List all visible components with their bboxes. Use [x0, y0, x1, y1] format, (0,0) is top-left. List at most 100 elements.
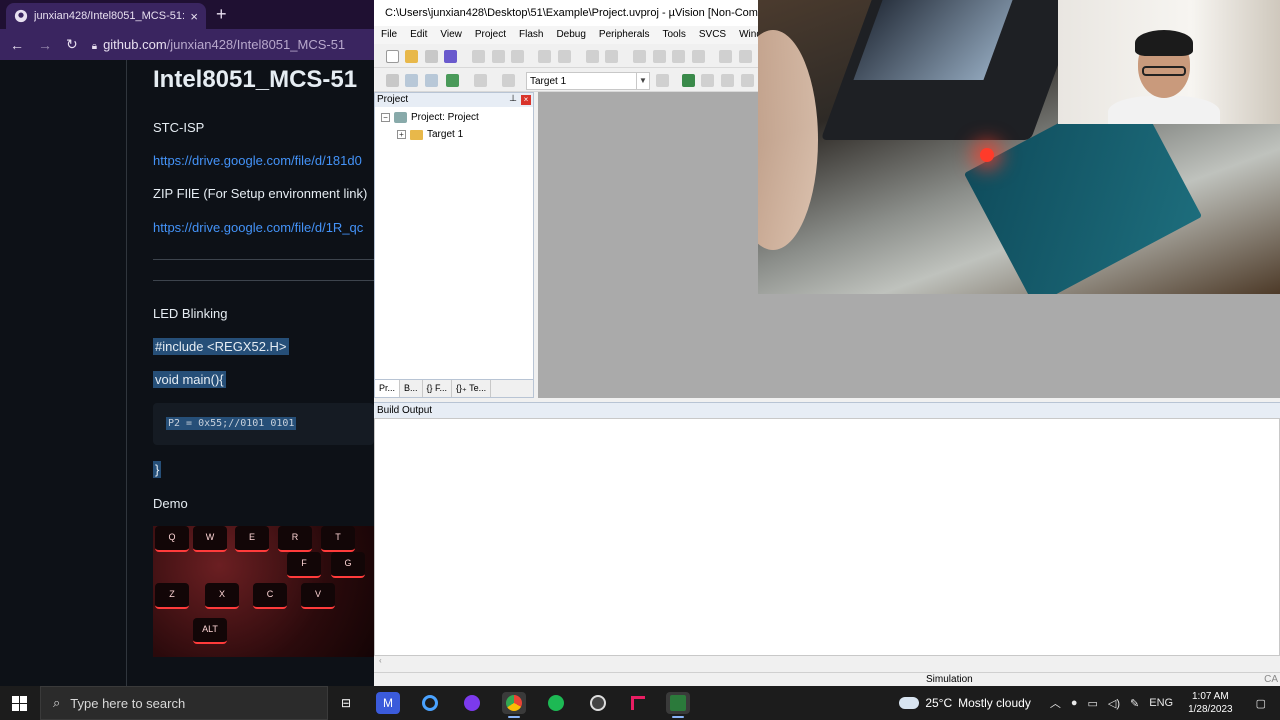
- tab-project[interactable]: Pr...: [375, 380, 401, 397]
- rebuild-icon[interactable]: [425, 74, 438, 87]
- cut-icon[interactable]: [472, 50, 485, 63]
- options-wand-icon[interactable]: [656, 74, 669, 87]
- key: Q: [155, 526, 189, 552]
- readme-content: Intel8051_MCS-51 STC-ISP https://drive.g…: [153, 60, 374, 686]
- back-icon[interactable]: ←: [10, 37, 24, 53]
- tab-templates[interactable]: {}₊ Te...: [452, 380, 492, 397]
- windows-start-icon[interactable]: [12, 696, 27, 711]
- key: F: [287, 552, 321, 578]
- stop-build-icon[interactable]: [474, 74, 487, 87]
- browser-tab[interactable]: junxian428/Intel8051_MCS-51: Le ×: [6, 3, 206, 29]
- stc-link[interactable]: https://drive.google.com/file/d/181d0: [153, 153, 362, 168]
- chevron-up-icon[interactable]: ︿: [1050, 695, 1061, 711]
- build-icon[interactable]: [405, 74, 418, 87]
- key: W: [193, 526, 227, 552]
- clock[interactable]: 1:07 AM 1/28/2023: [1188, 690, 1233, 716]
- bookmark-next-icon[interactable]: [672, 50, 685, 63]
- app-icon-2[interactable]: [418, 692, 442, 714]
- app-icon-1[interactable]: M: [376, 692, 400, 714]
- undo-icon[interactable]: [538, 50, 551, 63]
- person-glasses: [1142, 66, 1186, 76]
- menu-peripherals[interactable]: Peripherals: [592, 26, 656, 44]
- redo-icon[interactable]: [558, 50, 571, 63]
- app-icon-7[interactable]: [626, 692, 650, 714]
- notification-icon[interactable]: ▢: [1256, 697, 1266, 710]
- menu-edit[interactable]: Edit: [403, 26, 433, 44]
- pen-icon[interactable]: ✎: [1130, 697, 1139, 710]
- reload-icon[interactable]: ↻: [66, 36, 78, 53]
- menu-file[interactable]: File: [374, 26, 403, 44]
- file-extensions-icon[interactable]: [701, 74, 714, 87]
- menu-project[interactable]: Project: [468, 26, 512, 44]
- zip-link[interactable]: https://drive.google.com/file/d/1R_qc: [153, 220, 363, 235]
- project-panel-header: Project ⊥ ×: [375, 93, 533, 107]
- taskbar-search[interactable]: ⌕ Type here to search: [40, 686, 328, 720]
- divider: [153, 280, 374, 281]
- network-icon[interactable]: ▭: [1088, 697, 1098, 710]
- language-indicator[interactable]: ENG: [1149, 697, 1173, 709]
- divider: [153, 259, 374, 260]
- bookmark-icon[interactable]: [633, 50, 646, 63]
- close-tab-icon[interactable]: ×: [190, 9, 198, 24]
- bookmark-prev-icon[interactable]: [653, 50, 666, 63]
- clock-time: 1:07 AM: [1191, 691, 1229, 702]
- pin-icon[interactable]: ⊥: [509, 93, 517, 104]
- target-select[interactable]: Target 1 ▼: [526, 72, 650, 90]
- nav-forward-icon[interactable]: [605, 50, 618, 63]
- new-tab-button[interactable]: +: [216, 4, 227, 25]
- weather-widget[interactable]: 25°C Mostly cloudy: [899, 696, 1031, 710]
- clock-date: 1/28/2023: [1188, 704, 1233, 715]
- indent-icon[interactable]: [719, 50, 732, 63]
- pack-installer-icon[interactable]: [721, 74, 734, 87]
- code-include: #include <REGX52.H>: [153, 338, 289, 355]
- microphone-icon[interactable]: ●: [1071, 697, 1078, 709]
- forward-icon[interactable]: →: [38, 37, 52, 53]
- open-icon[interactable]: [405, 50, 418, 63]
- target-options-icon[interactable]: [502, 74, 515, 87]
- new-file-icon[interactable]: [386, 50, 399, 63]
- chrome-icon[interactable]: [502, 692, 526, 718]
- tab-functions[interactable]: {} F...: [423, 380, 453, 397]
- save-icon[interactable]: [425, 50, 438, 63]
- key: V: [301, 583, 335, 609]
- tab-books[interactable]: B...: [400, 380, 423, 397]
- spotify-icon[interactable]: [544, 692, 568, 714]
- app-icon-6[interactable]: [586, 692, 610, 714]
- status-mode: Simulation: [926, 674, 973, 685]
- unindent-icon[interactable]: [739, 50, 752, 63]
- browser-window: junxian428/Intel8051_MCS-51: Le × + ← → …: [0, 0, 374, 686]
- horizontal-scrollbar[interactable]: ‹: [374, 656, 1280, 668]
- manage-components-icon[interactable]: [682, 74, 695, 87]
- app-icon-3[interactable]: [460, 692, 484, 714]
- translate-icon[interactable]: [386, 74, 399, 87]
- save-all-icon[interactable]: [444, 50, 457, 63]
- uvision-taskbar-icon[interactable]: [666, 692, 690, 718]
- expand-icon[interactable]: +: [397, 130, 406, 139]
- nav-back-icon[interactable]: [586, 50, 599, 63]
- task-view-icon[interactable]: ⊟: [334, 692, 358, 714]
- collapse-icon[interactable]: −: [381, 113, 390, 122]
- close-icon[interactable]: ×: [521, 95, 531, 105]
- menu-flash[interactable]: Flash: [512, 26, 549, 44]
- menu-debug[interactable]: Debug: [549, 26, 591, 44]
- tree-target[interactable]: + Target 1: [397, 129, 463, 140]
- run-time-env-icon[interactable]: [741, 74, 754, 87]
- menu-svcs[interactable]: SVCS: [692, 26, 732, 44]
- url-field[interactable]: 🔒︎ github.com/junxian428/Intel8051_MCS-51: [92, 37, 345, 52]
- webcam-face-feed: [1058, 0, 1280, 124]
- menu-window[interactable]: Window: [732, 26, 758, 44]
- file-toolbar: [374, 45, 758, 68]
- key: E: [235, 526, 269, 552]
- key: R: [278, 526, 312, 552]
- copy-icon[interactable]: [492, 50, 505, 63]
- build-output-pane[interactable]: [374, 418, 1280, 656]
- menu-tools[interactable]: Tools: [656, 26, 692, 44]
- menu-view[interactable]: View: [433, 26, 468, 44]
- paste-icon[interactable]: [511, 50, 524, 63]
- project-panel: Project ⊥ × − Project: Project + Target …: [374, 92, 534, 398]
- cloudy-icon: [899, 697, 920, 709]
- volume-icon[interactable]: ◁): [1108, 697, 1120, 710]
- download-icon[interactable]: [446, 74, 459, 87]
- bookmark-clear-icon[interactable]: [692, 50, 705, 63]
- tree-root[interactable]: − Project: Project: [381, 112, 479, 123]
